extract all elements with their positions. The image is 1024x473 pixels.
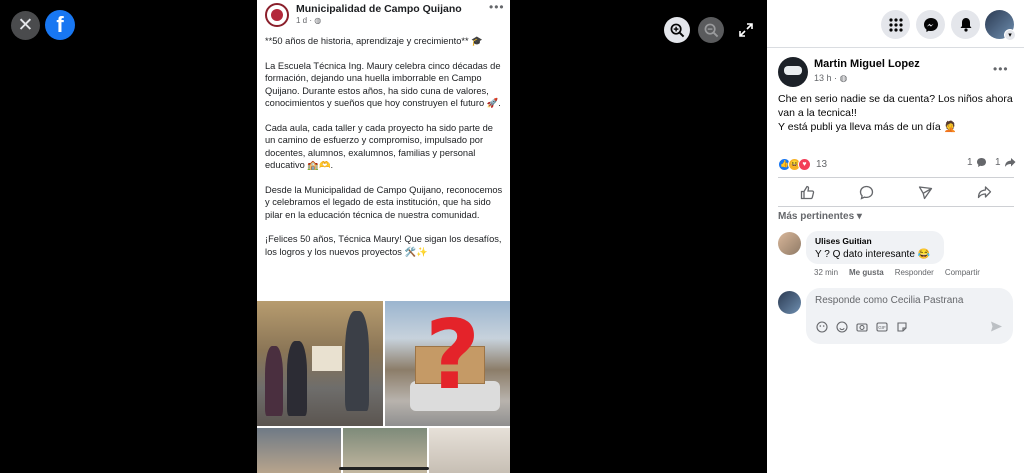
photo-viewer: ✕ f Municipalidad de Campo Quijano 1 d ·… <box>0 0 767 473</box>
send-comment-icon[interactable] <box>990 320 1003 333</box>
post-time[interactable]: 13 h · ◍ <box>814 73 847 84</box>
svg-text:GIF: GIF <box>878 325 886 330</box>
reply-input[interactable] <box>815 295 1000 306</box>
zoom-in-icon[interactable] <box>664 17 690 43</box>
screenshot-header: Municipalidad de Campo Quijano 1 d · ◍ •… <box>257 0 510 32</box>
post-text-line: van a la tecnica!! <box>778 107 857 119</box>
photo-truck: ? <box>385 301 510 426</box>
messenger-icon[interactable] <box>916 10 945 39</box>
post-screenshot: Municipalidad de Campo Quijano 1 d · ◍ •… <box>257 0 510 473</box>
globe-icon: ◍ <box>839 73 848 83</box>
grid-menu-icon[interactable] <box>881 10 910 39</box>
gif-icon[interactable]: GIF <box>875 320 888 333</box>
post-text-line: Y está publi ya lleva más de un día 🤦 <box>778 121 957 133</box>
love-reaction-icon: ♥ <box>798 157 811 171</box>
page-avatar <box>265 3 289 27</box>
paragraph: La Escuela Técnica Ing. Maury celebra ci… <box>265 60 501 109</box>
person-figure <box>265 346 283 416</box>
person-figure <box>287 341 307 416</box>
question-mark: ? <box>425 301 481 411</box>
comment-button[interactable] <box>847 180 887 204</box>
comment-bubble: Ulises Guitian Y ? Q dato interesante 😂 <box>806 231 944 264</box>
bell-icon[interactable] <box>951 10 980 39</box>
photo-thumbnail <box>257 428 341 473</box>
photo-students <box>257 301 383 426</box>
post-panel: ▾ Martin Miguel Lopez 13 h · ◍ ••• Che e… <box>767 0 1024 473</box>
reaction-count: 13 <box>816 158 828 170</box>
post-text: Che en serio nadie se da cuenta? Los niñ… <box>778 92 1018 134</box>
comment-text: Y ? Q dato interesante 😂 <box>815 249 931 260</box>
more-options-icon[interactable]: ••• <box>993 62 1009 76</box>
paragraph: ¡Felices 50 años, Técnica Maury! Que sig… <box>265 234 502 257</box>
share-button[interactable] <box>965 180 1005 204</box>
send-icon <box>918 185 933 199</box>
comment-bubble-icon <box>976 158 986 167</box>
emoji-icon[interactable] <box>835 320 848 333</box>
commenter-name[interactable]: Ulises Guitian <box>815 236 935 246</box>
comment-count[interactable]: 1 <box>967 157 987 168</box>
post-text-line: Che en serio nadie se da cuenta? Los niñ… <box>778 93 1013 105</box>
reactions-summary[interactable]: 👍 😆 ♥ 13 <box>778 157 827 171</box>
avatar-sticker-icon[interactable] <box>815 320 828 333</box>
comment-sort-dropdown[interactable]: Más pertinentes ▾ <box>778 211 862 222</box>
share-icon <box>977 185 992 198</box>
commenter-avatar[interactable] <box>778 232 801 255</box>
author-name[interactable]: Martin Miguel Lopez <box>814 58 920 70</box>
paper-bag <box>312 346 342 371</box>
send-button[interactable] <box>906 180 946 204</box>
comment-like-link[interactable]: Me gusta <box>849 268 884 277</box>
share-count[interactable]: 1 <box>995 157 1016 168</box>
page-name: Municipalidad de Campo Quijano <box>296 3 462 15</box>
comment-reply-link[interactable]: Responder <box>895 268 934 277</box>
divider <box>778 206 1014 207</box>
author-avatar[interactable] <box>778 57 808 87</box>
current-user-avatar <box>778 291 801 314</box>
sticker-icon[interactable] <box>895 320 908 333</box>
camera-icon[interactable] <box>855 320 868 333</box>
paragraph: Cada aula, cada taller y cada proyecto h… <box>265 122 493 171</box>
comment-icon <box>859 185 874 200</box>
home-indicator <box>339 467 429 470</box>
share-arrow-icon <box>1004 158 1016 167</box>
globe-icon: ◍ <box>314 16 322 25</box>
comment-meta: 32 min Me gusta Responder Compartir <box>814 268 980 277</box>
zoom-out-icon[interactable] <box>698 17 724 43</box>
post-time: 1 d · ◍ <box>296 16 322 25</box>
paragraph: **50 años de historia, aprendizaje y cre… <box>265 36 483 46</box>
comment-time[interactable]: 32 min <box>814 268 838 277</box>
thumbs-up-icon <box>800 185 815 199</box>
comment-share-link[interactable]: Compartir <box>945 268 980 277</box>
expand-icon[interactable] <box>737 21 755 39</box>
person-figure <box>345 311 369 411</box>
close-icon[interactable]: ✕ <box>11 11 40 40</box>
facebook-logo-icon[interactable]: f <box>45 10 75 40</box>
more-icon: ••• <box>489 0 505 14</box>
like-button[interactable] <box>788 180 828 204</box>
post-actions <box>778 178 1014 206</box>
reply-box[interactable]: GIF <box>806 288 1013 344</box>
paragraph: Desde la Municipalidad de Campo Quijano,… <box>265 184 503 220</box>
photo-thumbnail <box>429 428 510 473</box>
top-bar: ▾ <box>767 0 1024 48</box>
screenshot-post-text: **50 años de historia, aprendizaje y cre… <box>265 35 505 271</box>
photo-grid: ? <box>257 301 510 473</box>
chevron-down-icon[interactable]: ▾ <box>1004 29 1016 41</box>
reply-tools: GIF <box>815 320 908 333</box>
